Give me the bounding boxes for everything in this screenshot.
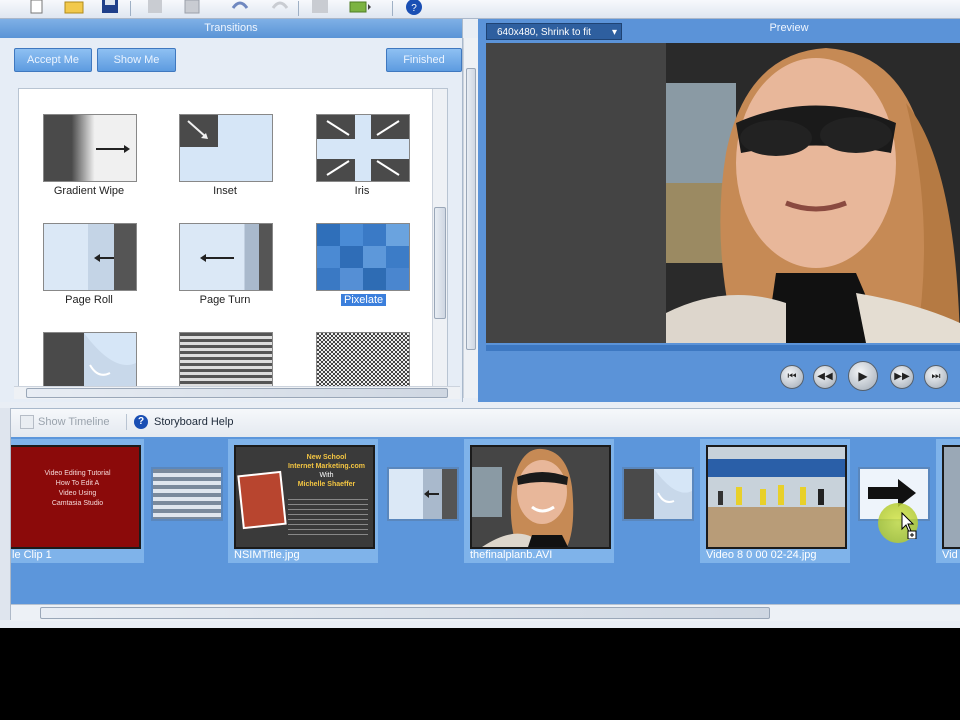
finished-button[interactable]: Finished	[386, 48, 462, 72]
transition-tile[interactable]: Iris	[304, 114, 414, 204]
left-edge	[0, 408, 11, 620]
gradient-wipe-thumbnail	[43, 114, 137, 182]
clip-name: Video 8 0 00 02-24.jpg	[706, 549, 817, 561]
preview-panel: Preview 640x480, Shrink to fit ▾ ⏮ ◀◀ ▶ …	[478, 19, 960, 402]
rewind-icon[interactable]: ◀◀	[813, 365, 837, 389]
copy-icon[interactable]	[182, 0, 202, 16]
storyboard: Video Editing Tutorial How To Edit A Vid…	[10, 437, 960, 607]
help-icon: ?	[134, 415, 148, 429]
transition-tile[interactable]	[167, 332, 277, 389]
pixelate-thumbnail	[316, 223, 410, 291]
transition-tile[interactable]: Inset	[167, 114, 277, 204]
iris-thumbnail	[316, 114, 410, 182]
clip-thumbnail	[706, 445, 847, 549]
clip-name: le Clip 1	[12, 549, 52, 561]
photo-image	[237, 470, 287, 530]
inset-thumbnail	[179, 114, 273, 182]
size-dropdown-value: 640x480, Shrink to fit	[497, 27, 591, 38]
toolbar: ?	[0, 0, 960, 19]
title-card-text: Video Editing Tutorial How To Edit A Vid…	[44, 470, 111, 507]
size-dropdown[interactable]: 640x480, Shrink to fit ▾	[486, 23, 622, 40]
clip-thumbnail	[470, 445, 611, 549]
transition-grid: Gradient Wipe Inset Iris Page Roll Page …	[18, 88, 448, 390]
page-turn-thumbnail	[179, 223, 273, 291]
preview-seek-bar[interactable]	[486, 345, 960, 351]
transition-label: Page Roll	[65, 294, 113, 306]
transition-tile-selected[interactable]: Pixelate	[304, 223, 414, 313]
clip-name: thefinalplanb.AVI	[470, 549, 553, 561]
transition-tile[interactable]	[31, 332, 141, 389]
storyboard-clip[interactable]: New School Internet Marketing.com With M…	[228, 439, 378, 563]
play-icon[interactable]: ▶	[848, 361, 878, 391]
clip-thumbnail: Video Editing Tutorial How To Edit A Vid…	[10, 445, 141, 549]
stripes-thumbnail	[179, 332, 273, 389]
camtasia-window: ? Transitions Accept Me Show Me Finished…	[0, 0, 960, 628]
transition-tile[interactable]: Gradient Wipe	[31, 114, 141, 204]
help-icon[interactable]: ?	[404, 0, 424, 16]
noise-thumbnail	[316, 332, 410, 389]
storyboard-scroll-thumb[interactable]	[40, 607, 770, 619]
page-roll-thumbnail	[43, 223, 137, 291]
save-icon[interactable]	[100, 0, 120, 16]
storyboard-clip[interactable]: Vid	[936, 439, 960, 563]
transition-slot[interactable]	[622, 467, 694, 521]
fine-print	[288, 499, 368, 535]
transition-label: Inset	[213, 185, 237, 197]
transition-tile[interactable]: Page Roll	[31, 223, 141, 313]
panel-scroll-thumb[interactable]	[466, 68, 476, 350]
transition-label-selected: Pixelate	[341, 294, 387, 306]
panel-horizontal-scrollbar[interactable]	[14, 386, 460, 399]
produce-icon[interactable]	[348, 0, 371, 16]
cut-icon[interactable]	[146, 0, 166, 16]
import-icon[interactable]	[310, 0, 330, 16]
transition-tile[interactable]	[304, 332, 414, 389]
transition-label: Iris	[354, 185, 370, 197]
panel-vertical-scrollbar[interactable]	[463, 38, 478, 398]
skip-back-icon[interactable]: ⏮	[780, 365, 804, 389]
title-card-text: New School Internet Marketing.com With M…	[287, 454, 365, 488]
storyboard-clip[interactable]: Video 8 0 00 02-24.jpg	[700, 439, 850, 563]
show-me-button[interactable]: Show Me	[97, 48, 176, 72]
storyboard-clip[interactable]: thefinalplanb.AVI	[464, 439, 614, 563]
grid-scroll-thumb[interactable]	[434, 207, 446, 319]
storyboard-clip[interactable]: Video Editing Tutorial How To Edit A Vid…	[10, 439, 144, 563]
clip-thumbnail: New School Internet Marketing.com With M…	[234, 445, 375, 549]
curl-thumbnail	[43, 332, 137, 389]
clip-name: NSIMTitle.jpg	[234, 549, 300, 561]
chevron-down-icon: ▾	[611, 27, 617, 38]
transition-label: Gradient Wipe	[53, 185, 125, 197]
fast-forward-icon[interactable]: ▶▶	[890, 365, 914, 389]
video-preview	[486, 43, 960, 343]
divider	[126, 414, 127, 430]
preview-header: Preview	[769, 22, 809, 34]
skip-forward-icon[interactable]: ⏭	[924, 365, 948, 389]
storyboard-horizontal-scrollbar[interactable]	[10, 604, 960, 621]
timeline-icon	[20, 415, 34, 429]
svg-text:?: ?	[411, 3, 417, 14]
storyboard-help-link[interactable]: Storyboard Help	[154, 416, 234, 428]
transition-tile[interactable]: Page Turn	[167, 223, 277, 313]
transitions-header: Transitions	[0, 19, 462, 38]
clip-thumbnail	[942, 445, 960, 549]
transitions-panel: Transitions Accept Me Show Me Finished G…	[0, 19, 478, 402]
video-frame	[486, 43, 960, 343]
transition-label: Page Turn	[199, 294, 251, 306]
panel-hscroll-thumb[interactable]	[26, 388, 448, 398]
show-timeline-button[interactable]: Show Timeline	[38, 416, 110, 428]
accept-me-button[interactable]: Accept Me	[14, 48, 92, 72]
cursor-icon	[900, 511, 920, 542]
clip-name: Vid	[942, 549, 958, 561]
redo-icon[interactable]	[270, 0, 290, 16]
storyboard-toolbar: Show Timeline ? Storyboard Help	[0, 408, 960, 438]
new-file-icon[interactable]	[28, 0, 48, 16]
grid-vertical-scrollbar[interactable]	[432, 89, 447, 389]
undo-icon[interactable]	[230, 0, 250, 16]
open-folder-icon[interactable]	[64, 0, 84, 16]
transition-slot[interactable]	[387, 467, 459, 521]
transition-slot[interactable]	[151, 467, 223, 521]
